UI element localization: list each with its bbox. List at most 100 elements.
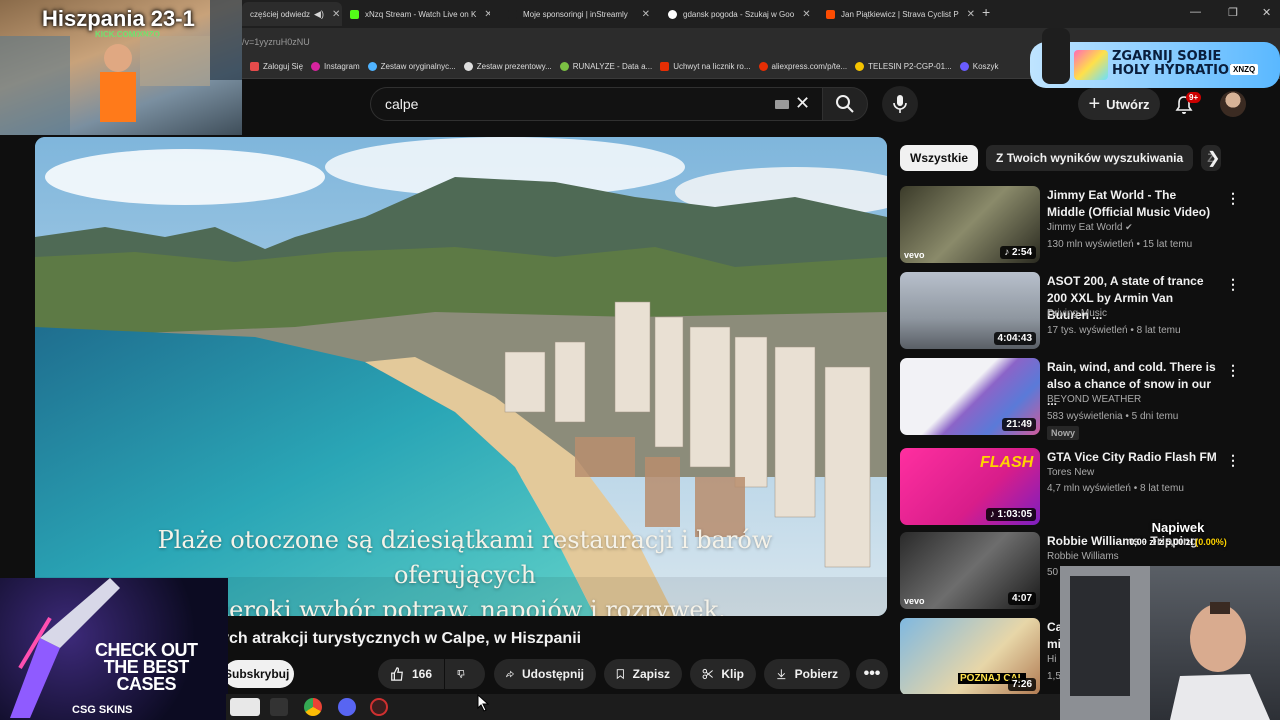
duration-badge: 7:26 bbox=[1007, 678, 1036, 691]
microphone-icon bbox=[893, 95, 907, 113]
runalyze-icon bbox=[559, 62, 569, 71]
tab-strava[interactable]: Jan Piątkiewicz | Strava Cyclist P ✕ bbox=[818, 2, 978, 26]
strava-icon bbox=[826, 9, 835, 19]
tab-calpe-video[interactable]: częściej odwiedz ◀) ✕ bbox=[242, 2, 342, 26]
chip-all[interactable]: Wszystkie bbox=[900, 145, 979, 171]
more-vertical-icon[interactable]: ⋮ bbox=[1226, 276, 1240, 293]
video-player[interactable]: Plaże otoczone są dziesiątkami restaurac… bbox=[35, 137, 887, 616]
recommendation-item[interactable]: FLASH ♪ 1:03:05 GTA Vice City Radio Flas… bbox=[900, 448, 1260, 528]
taskbar-window-thumb[interactable] bbox=[230, 698, 260, 716]
clip-button[interactable]: Klip bbox=[690, 659, 756, 689]
bookmark-icon bbox=[616, 669, 624, 680]
video-thumbnail[interactable]: vevo 4:07 bbox=[900, 532, 1040, 609]
channel-name[interactable]: Driving Music bbox=[1047, 308, 1107, 319]
dislike-button[interactable] bbox=[445, 659, 485, 689]
like-button[interactable]: 166 bbox=[378, 659, 444, 689]
video-thumbnail[interactable]: vevo ♪ 2:54 bbox=[900, 186, 1040, 263]
bookmark-item[interactable]: Koszyk bbox=[959, 62, 999, 71]
recommendation-title[interactable]: Jimmy Eat World - The Middle (Official M… bbox=[1047, 187, 1217, 221]
video-thumbnail[interactable]: 21:49 bbox=[900, 358, 1040, 435]
kick-icon bbox=[350, 9, 359, 19]
recommendation-item[interactable]: vevo ♪ 2:54 Jimmy Eat World - The Middle… bbox=[900, 186, 1260, 266]
more-vertical-icon[interactable]: ⋮ bbox=[1226, 190, 1240, 207]
scissors-icon bbox=[702, 668, 713, 680]
more-vertical-icon[interactable]: ⋮ bbox=[1226, 362, 1240, 379]
channel-name[interactable]: BEYOND WEATHER bbox=[1047, 394, 1141, 405]
close-tab-icon[interactable]: ✕ bbox=[476, 9, 490, 20]
thumbs-down-icon bbox=[457, 670, 465, 678]
subscribe-button[interactable]: Subskrybuj bbox=[224, 660, 294, 688]
channel-name[interactable]: Robbie Williams bbox=[1047, 551, 1119, 562]
maximize-icon[interactable]: ❐ bbox=[1228, 6, 1238, 19]
voice-search-button[interactable] bbox=[882, 86, 918, 122]
stream-collage-image bbox=[0, 0, 242, 135]
close-tab-icon[interactable]: ✕ bbox=[324, 9, 340, 20]
flash-fm-logo: FLASH bbox=[980, 454, 1034, 471]
bookmark-label: Uchwyt na licznik ro... bbox=[673, 62, 751, 71]
close-tab-icon[interactable]: ✕ bbox=[959, 9, 975, 20]
terminal-icon[interactable] bbox=[270, 698, 288, 716]
video-meta: 583 wyświetlenia • 5 dni temu bbox=[1047, 411, 1179, 422]
bookmark-item[interactable]: Instagram bbox=[311, 62, 360, 71]
clear-search-icon[interactable]: ✕ bbox=[795, 93, 810, 114]
tab-google-weather[interactable]: gdansk pogoda - Szukaj w Goo ✕ bbox=[660, 2, 812, 26]
chip-from-search[interactable]: Z Twoich wyników wyszukiwania bbox=[986, 145, 1194, 171]
video-meta: 130 mln wyświetleń • 15 lat temu bbox=[1047, 239, 1193, 250]
bookmark-item[interactable]: Uchwyt na licznik ro... bbox=[660, 62, 751, 71]
chevron-right-icon[interactable]: ❯ bbox=[1207, 148, 1220, 168]
search-input[interactable] bbox=[385, 96, 765, 112]
instagram-icon bbox=[311, 62, 321, 71]
donation-title: Napiwek bbox=[1151, 520, 1205, 535]
bookmark-item[interactable]: Zestaw prezentowy... bbox=[463, 62, 552, 71]
more-vertical-icon[interactable]: ⋮ bbox=[1226, 452, 1240, 469]
recommendation-item[interactable]: 4:04:43 ASOT 200, A state of trance 200 … bbox=[900, 272, 1260, 352]
streamer-webcam bbox=[1060, 566, 1280, 720]
close-tab-icon[interactable]: ✕ bbox=[634, 9, 650, 20]
bookmark-icon bbox=[250, 62, 259, 71]
download-button[interactable]: Pobierz bbox=[764, 659, 850, 689]
plus-icon: + bbox=[1088, 92, 1101, 115]
bookmark-icon bbox=[367, 62, 377, 71]
filter-chips: Wszystkie Z Twoich wyników wyszukiwania … bbox=[900, 145, 1229, 171]
donation-goal-overlay: Napiwek 0,00 zł z 5,00 zł (0.00%) bbox=[1108, 520, 1248, 547]
bookmark-item[interactable]: aliexpress.com/p/te... bbox=[758, 62, 848, 71]
search-box: ✕ bbox=[370, 87, 826, 121]
minimize-icon[interactable]: — bbox=[1190, 6, 1201, 18]
video-thumbnail[interactable]: FLASH ♪ 1:03:05 bbox=[900, 448, 1040, 525]
close-tab-icon[interactable]: ✕ bbox=[794, 9, 810, 20]
video-thumbnail[interactable]: POZNAJ CAL 7:26 bbox=[900, 618, 1040, 695]
window-close-icon[interactable]: ✕ bbox=[1262, 6, 1271, 19]
obs-icon[interactable] bbox=[370, 698, 388, 716]
save-button[interactable]: Zapisz bbox=[604, 659, 682, 689]
notification-count-badge: 9+ bbox=[1186, 92, 1202, 103]
bookmark-item[interactable]: Zestaw oryginalnyc... bbox=[367, 62, 456, 71]
channel-name[interactable]: Jimmy Eat World ✔ bbox=[1047, 222, 1133, 233]
tab-kick-stream[interactable]: xNzq Stream - Watch Live on K ✕ bbox=[342, 2, 490, 26]
bookmark-label: aliexpress.com/p/te... bbox=[771, 62, 848, 71]
new-tab-plus-icon[interactable]: + bbox=[982, 4, 990, 20]
bookmark-item[interactable]: RUNALYZE - Data a... bbox=[559, 62, 652, 71]
recommendation-item[interactable]: 21:49 Rain, wind, and cold. There is als… bbox=[900, 358, 1260, 440]
video-thumbnail[interactable]: 4:04:43 bbox=[900, 272, 1040, 349]
sponsor-overlay-hydration: ZGARNIJ SOBIE HOLY HYDRATION XNZQ bbox=[1030, 28, 1280, 88]
donation-progress: 0,00 zł z 5,00 zł (0.00%) bbox=[1129, 537, 1227, 547]
channel-name[interactable]: Hi bbox=[1047, 654, 1056, 665]
vevo-logo: vevo bbox=[904, 596, 925, 606]
chrome-icon[interactable] bbox=[304, 698, 322, 716]
music-note-icon: ♪ bbox=[989, 509, 998, 520]
video-meta: 4,7 mln wyświetleń • 8 lat temu bbox=[1047, 483, 1184, 494]
search-button[interactable] bbox=[822, 87, 868, 121]
more-actions-button[interactable]: ••• bbox=[856, 659, 888, 689]
vevo-logo: vevo bbox=[904, 250, 925, 260]
channel-name[interactable]: Tores New bbox=[1047, 467, 1094, 478]
bookmark-item[interactable]: Zaloguj Się bbox=[250, 62, 303, 71]
discord-icon[interactable] bbox=[338, 698, 356, 716]
tab-instreamly[interactable]: Moje sponsoringi | inStreamly ✕ bbox=[500, 2, 658, 26]
share-label: Udostępnij bbox=[522, 667, 584, 681]
bookmark-item[interactable]: TELESIN P2-CGP-01... bbox=[855, 62, 952, 71]
share-button[interactable]: Udostępnij bbox=[494, 659, 596, 689]
account-avatar[interactable] bbox=[1220, 91, 1246, 117]
keyboard-icon[interactable] bbox=[775, 100, 789, 109]
recommendation-title[interactable]: GTA Vice City Radio Flash FM bbox=[1047, 449, 1217, 466]
create-button[interactable]: + Utwórz bbox=[1078, 88, 1160, 120]
